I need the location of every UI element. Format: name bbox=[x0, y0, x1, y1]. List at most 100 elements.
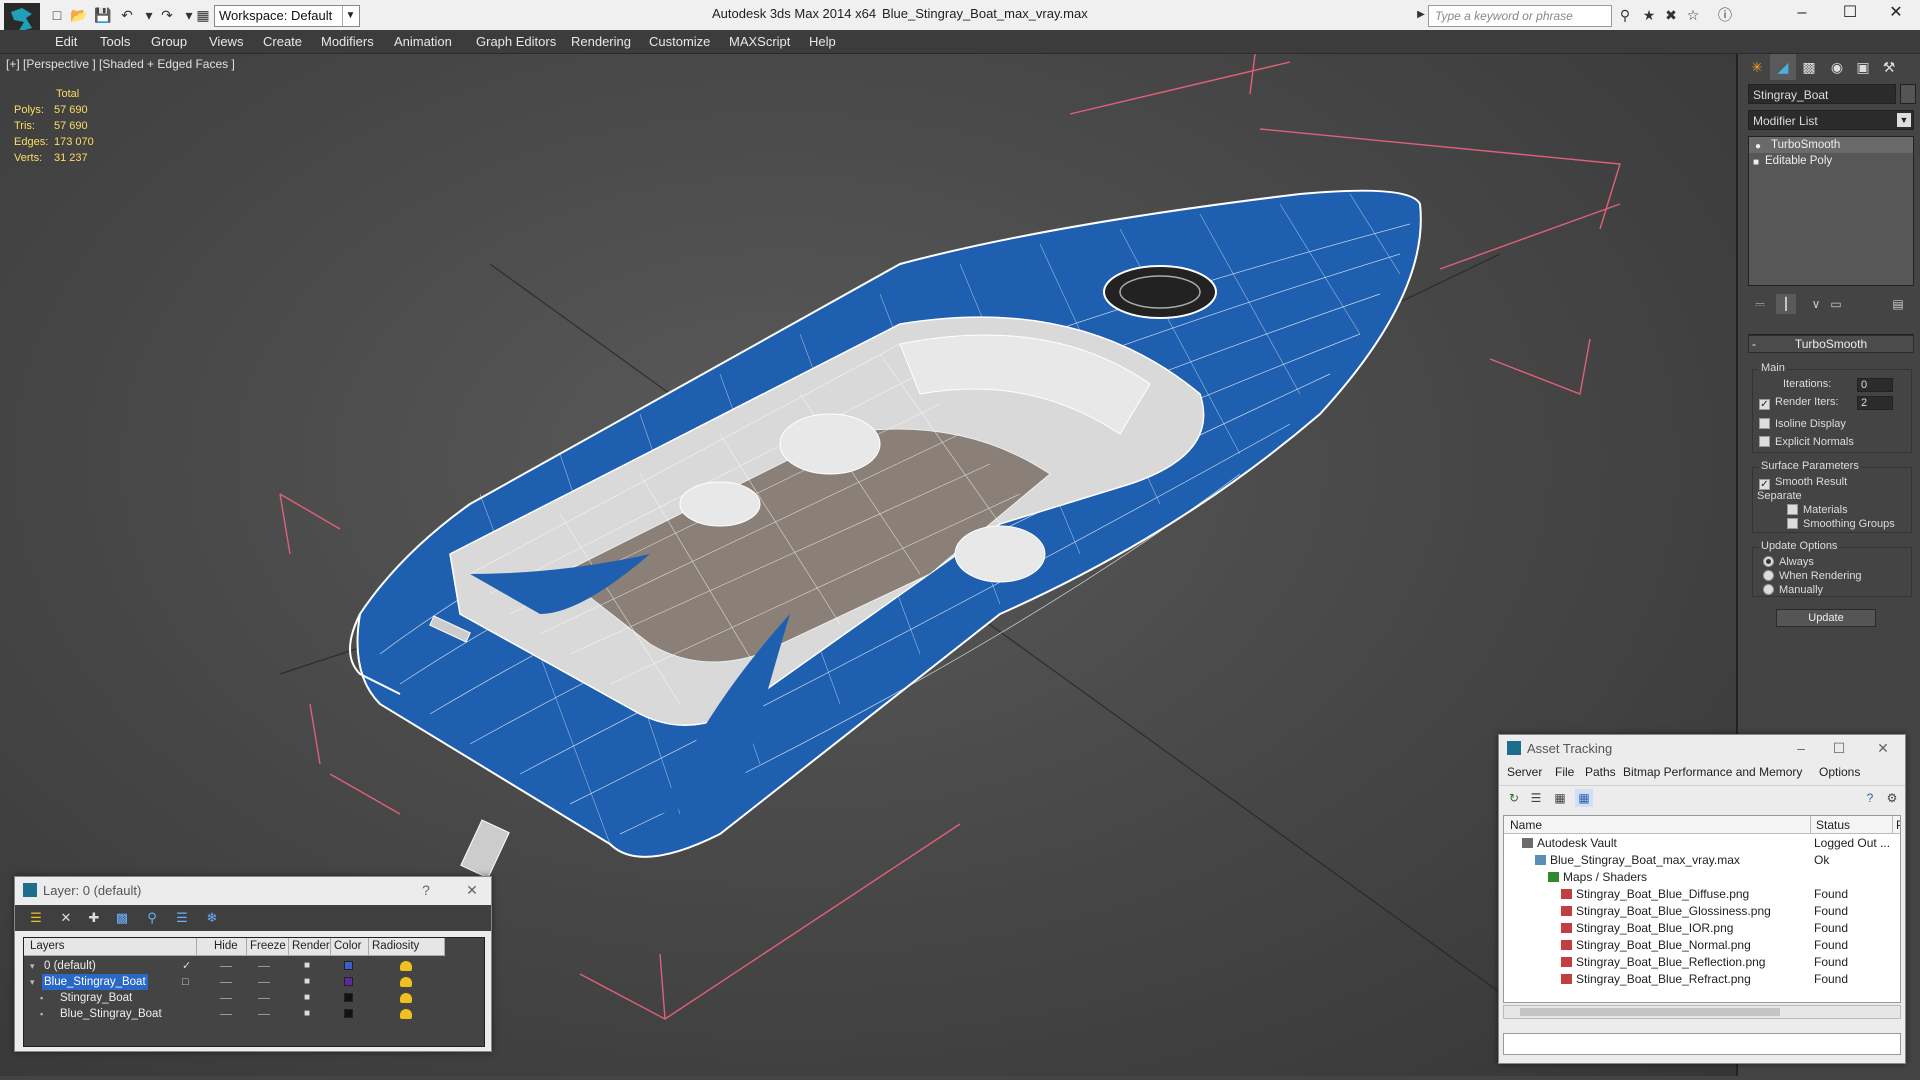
redo-icon[interactable]: ↷ bbox=[158, 6, 176, 24]
horizontal-scrollbar[interactable] bbox=[1503, 1005, 1901, 1019]
chevron-down-icon[interactable]: ▼ bbox=[342, 6, 358, 26]
close-button[interactable]: ✕ bbox=[1874, 0, 1918, 28]
viewport-label[interactable]: [+] [Perspective ] [Shaded + Edged Faces… bbox=[6, 57, 235, 71]
list-view-icon[interactable]: ☰ bbox=[1527, 789, 1545, 807]
search-input[interactable]: Type a keyword or phrase bbox=[1428, 5, 1612, 27]
expand-icon[interactable]: ▾ bbox=[30, 974, 35, 990]
asset-menu-options[interactable]: Options bbox=[1819, 765, 1860, 779]
toggle-dash[interactable] bbox=[220, 966, 232, 967]
layer-color-swatch[interactable] bbox=[344, 961, 353, 970]
layer-row[interactable]: ▪ Blue_Stingray_Boat ■ bbox=[24, 1006, 444, 1022]
menu-edit[interactable]: Edit bbox=[55, 34, 77, 49]
asset-menu-paths[interactable]: Paths bbox=[1585, 765, 1616, 779]
table-view-icon[interactable]: ▦ bbox=[1575, 789, 1593, 807]
table-row[interactable]: Stingray_Boat_Blue_Normal.png Found bbox=[1504, 937, 1900, 954]
isoline-checkbox[interactable] bbox=[1759, 418, 1770, 429]
menu-graph-editors[interactable]: Graph Editors bbox=[476, 34, 556, 49]
table-row[interactable]: Maps / Shaders bbox=[1504, 869, 1900, 886]
when-rendering-option[interactable]: When Rendering bbox=[1763, 570, 1862, 582]
smooth-result-checkbox[interactable]: ✓ bbox=[1759, 479, 1770, 490]
settings-icon[interactable]: ⚙ bbox=[1883, 789, 1901, 807]
table-row[interactable]: Stingray_Boat_Blue_IOR.png Found bbox=[1504, 920, 1900, 937]
pin-stack-icon[interactable]: ⎓ bbox=[1750, 294, 1770, 314]
table-row[interactable]: Blue_Stingray_Boat_max_vray.max Ok bbox=[1504, 852, 1900, 869]
asset-menu-file[interactable]: File bbox=[1555, 765, 1574, 779]
column-header-freeze[interactable]: Freeze bbox=[250, 940, 286, 952]
new-file-icon[interactable]: □ bbox=[48, 6, 66, 24]
menu-rendering[interactable]: Rendering bbox=[571, 34, 631, 49]
menu-tools[interactable]: Tools bbox=[100, 34, 130, 49]
update-button[interactable]: Update bbox=[1776, 609, 1876, 627]
menu-group[interactable]: Group bbox=[151, 34, 187, 49]
when-rendering-radio[interactable] bbox=[1763, 570, 1774, 581]
smoothing-groups-checkbox[interactable] bbox=[1787, 518, 1798, 529]
create-tab-icon[interactable]: ✳ bbox=[1744, 54, 1770, 80]
hierarchy-tab-icon[interactable]: ▩ bbox=[1796, 54, 1822, 80]
table-row[interactable]: Stingray_Boat_Blue_Refract.png Found bbox=[1504, 971, 1900, 988]
create-layer-icon[interactable]: ☰ bbox=[27, 909, 45, 927]
isoline-option[interactable]: Isoline Display bbox=[1759, 418, 1846, 430]
layer-color-swatch[interactable] bbox=[344, 1009, 353, 1018]
scrollbar-thumb[interactable] bbox=[1520, 1008, 1780, 1016]
render-iters-checkbox[interactable]: ✓ bbox=[1759, 399, 1770, 410]
toggle-dash[interactable] bbox=[220, 1014, 232, 1015]
layer-color-swatch[interactable] bbox=[344, 993, 353, 1002]
table-row[interactable]: Stingray_Boat_Blue_Diffuse.png Found bbox=[1504, 886, 1900, 903]
modifier-list-dropdown[interactable]: Modifier List ▼ bbox=[1748, 110, 1914, 130]
table-row[interactable]: Stingray_Boat_Blue_Glossiness.png Found bbox=[1504, 903, 1900, 920]
explicit-normals-checkbox[interactable] bbox=[1759, 436, 1770, 447]
layer-name[interactable]: 0 (default) bbox=[42, 958, 98, 974]
toggle-dash[interactable] bbox=[258, 998, 270, 999]
column-header-p[interactable]: P bbox=[1896, 818, 1900, 832]
close-button[interactable]: ✕ bbox=[1865, 737, 1901, 759]
column-header-hide[interactable]: Hide bbox=[214, 940, 238, 952]
make-unique-icon[interactable]: ∨ bbox=[1806, 294, 1826, 314]
smoothing-groups-option[interactable]: Smoothing Groups bbox=[1787, 518, 1895, 530]
table-row[interactable]: Stingray_Boat_Blue_Reflection.png Found bbox=[1504, 954, 1900, 971]
always-radio[interactable] bbox=[1763, 556, 1774, 567]
help-icon[interactable]: ⓘ bbox=[1716, 6, 1734, 24]
layer-name[interactable]: Stingray_Boat bbox=[58, 990, 134, 1006]
delete-layer-icon[interactable]: ✕ bbox=[57, 909, 75, 927]
toggle-dash[interactable] bbox=[220, 982, 232, 983]
iterations-spinner[interactable]: 0 bbox=[1857, 378, 1893, 392]
teapot-icon[interactable]: ■ bbox=[304, 990, 310, 1006]
object-icon[interactable]: ▪ bbox=[40, 990, 43, 1006]
layer-name[interactable]: Blue_Stingray_Boat bbox=[58, 1006, 164, 1022]
always-option[interactable]: Always bbox=[1763, 556, 1814, 568]
utilities-tab-icon[interactable]: ⚒ bbox=[1876, 54, 1902, 80]
expand-icon[interactable]: ▾ bbox=[30, 958, 35, 974]
object-name-field[interactable]: Stingray_Boat bbox=[1748, 84, 1896, 104]
toggle-dash[interactable] bbox=[220, 998, 232, 999]
chevron-down-icon[interactable]: ▼ bbox=[1897, 113, 1911, 127]
remove-modifier-icon[interactable]: ▭ bbox=[1826, 294, 1846, 314]
manually-option[interactable]: Manually bbox=[1763, 584, 1823, 596]
stack-item-editable-poly[interactable]: ■ Editable Poly bbox=[1749, 153, 1913, 169]
layer-name[interactable]: Blue_Stingray_Boat bbox=[42, 974, 148, 990]
maximize-button[interactable]: ☐ bbox=[1821, 737, 1857, 759]
workspace-dropdown[interactable]: Workspace: Default bbox=[214, 5, 360, 27]
expand-icon[interactable]: ■ bbox=[1753, 155, 1759, 171]
teapot-icon[interactable]: ■ bbox=[304, 1006, 310, 1022]
menu-animation[interactable]: Animation bbox=[394, 34, 452, 49]
layer-row[interactable]: ▪ Stingray_Boat ■ bbox=[24, 990, 444, 1006]
menu-maxscript[interactable]: MAXScript bbox=[729, 34, 790, 49]
display-tab-icon[interactable]: ▣ bbox=[1850, 54, 1876, 80]
menu-help[interactable]: Help bbox=[809, 34, 836, 49]
materials-checkbox[interactable] bbox=[1787, 504, 1798, 515]
layer-row[interactable]: ▾ Blue_Stingray_Boat □ ■ bbox=[24, 974, 444, 990]
menu-views[interactable]: Views bbox=[209, 34, 243, 49]
rollout-header[interactable]: - TurboSmooth bbox=[1748, 335, 1914, 353]
save-file-icon[interactable]: 💾 bbox=[94, 6, 112, 24]
toggle-dash[interactable] bbox=[258, 966, 270, 967]
stack-item-turbosmooth[interactable]: ● TurboSmooth bbox=[1749, 137, 1913, 153]
smooth-result-option[interactable]: ✓ Smooth Result bbox=[1759, 476, 1847, 490]
help-button[interactable]: ? bbox=[411, 879, 441, 901]
favorites-icon[interactable]: ☆ bbox=[1684, 6, 1702, 24]
manually-radio[interactable] bbox=[1763, 584, 1774, 595]
radiosity-icon[interactable] bbox=[400, 993, 412, 1003]
maximize-button[interactable]: ☐ bbox=[1828, 0, 1872, 28]
menu-create[interactable]: Create bbox=[263, 34, 302, 49]
communication-icon[interactable]: ✖ bbox=[1662, 6, 1680, 24]
layer-row[interactable]: ▾ 0 (default) ✓ ■ bbox=[24, 958, 444, 974]
